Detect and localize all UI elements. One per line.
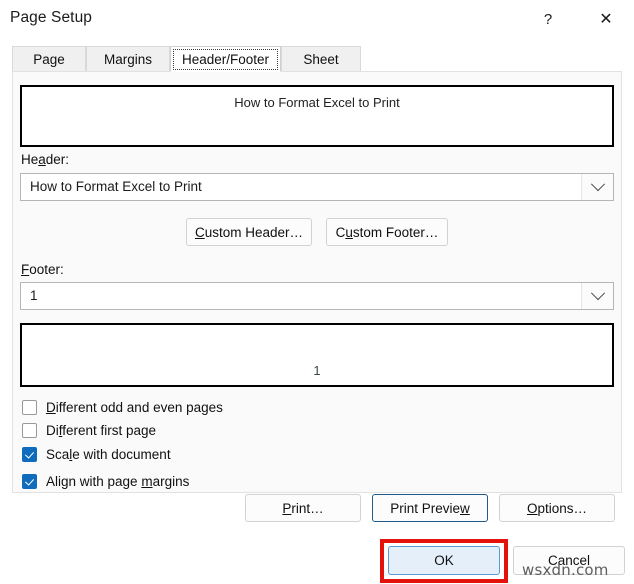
checkbox-label-align-with-page-margins: Align with page margins [46,474,189,489]
checkbox-label-scale-with-document: Scale with document [46,447,171,462]
checkbox-label-different-odd-even: Different odd and even pages [46,400,223,415]
tab-header-footer-label: Header/Footer [182,52,269,67]
header-label-post: der: [46,152,69,167]
checkbox-row-align-with-page-margins[interactable]: Align with page margins [22,470,189,492]
preview-pre: Print Previe [390,501,460,516]
footer-field-label: Footer: [21,262,64,277]
cb2-post: e with document [72,447,170,462]
tab-margins-label: Margins [104,52,152,67]
custom-header-accel: C [195,225,205,240]
custom-footer-pre: C [336,225,346,240]
cb0-accel: D [46,400,56,415]
print-button[interactable]: Print… [245,494,361,522]
tab-sheet-label: Sheet [303,52,338,67]
print-preview-button[interactable]: Print Preview [372,494,488,522]
tab-page[interactable]: Page [12,46,86,72]
checkbox-different-odd-even[interactable] [22,400,37,415]
header-combobox-value: How to Format Excel to Print [30,179,202,194]
cb3-pre: Align with page [46,474,141,489]
print-accel: P [282,501,291,516]
cb1-pre: Di [46,423,59,438]
chevron-down-icon [590,177,604,191]
checkbox-scale-with-document[interactable] [22,447,37,462]
custom-footer-button[interactable]: Custom Footer… [326,218,448,246]
chevron-down-icon [590,286,604,300]
footer-preview-text: 1 [22,363,612,378]
cb1-post: ferent first page [62,423,156,438]
custom-header-post: ustom Header… [205,225,303,240]
preview-accel: w [460,501,470,516]
options-accel: O [527,501,538,516]
checkbox-different-first-page[interactable] [22,423,37,438]
header-label-pre: He [21,152,38,167]
checkbox-align-with-page-margins[interactable] [22,474,37,489]
close-x-icon: ✕ [599,11,612,27]
title-bar: Page Setup ? ✕ [0,0,634,40]
checkbox-label-different-first-page: Different first page [46,423,156,438]
page-setup-dialog: Page Setup ? ✕ Page Margins Header/Foote… [0,0,634,584]
header-preview-text: How to Format Excel to Print [22,95,612,110]
tab-strip: Page Margins Header/Footer Sheet [0,46,634,72]
footer-preview-box: 1 [20,323,614,387]
custom-footer-accel: u [345,225,353,240]
print-post: rint… [291,501,323,516]
footer-combobox-arrow[interactable] [581,283,613,309]
tab-header-footer[interactable]: Header/Footer [170,46,281,72]
cb3-accel: m [141,474,152,489]
ok-button-label: OK [434,553,454,568]
cb0-post: ifferent odd and even pages [56,400,223,415]
header-label-accel: a [38,152,46,167]
custom-footer-post: stom Footer… [353,225,439,240]
header-preview-box: How to Format Excel to Print [20,85,614,147]
footer-combobox[interactable]: 1 [20,282,614,310]
tab-sheet[interactable]: Sheet [281,46,361,72]
close-button[interactable]: ✕ [589,4,623,34]
footer-label-post: ooter: [29,262,64,277]
header-combobox[interactable]: How to Format Excel to Print [20,173,614,201]
checkbox-row-different-odd-even[interactable]: Different odd and even pages [22,396,223,418]
checkbox-row-different-first-page[interactable]: Different first page [22,419,156,441]
options-button[interactable]: Options… [499,494,615,522]
help-button[interactable]: ? [531,4,565,34]
tab-margins[interactable]: Margins [86,46,170,72]
cb3-post: argins [153,474,190,489]
header-field-label: Header: [21,152,69,167]
options-post: ptions… [537,501,587,516]
watermark-text: wsxdn.com [522,561,609,579]
question-mark-icon: ? [544,11,552,28]
footer-combobox-value: 1 [30,288,38,303]
custom-header-button[interactable]: Custom Header… [186,218,312,246]
tab-page-label: Page [33,52,65,67]
header-combobox-arrow[interactable] [581,174,613,200]
ok-button[interactable]: OK [388,546,500,575]
footer-label-accel: F [21,262,29,277]
checkbox-row-scale-with-document[interactable]: Scale with document [22,443,171,465]
cb2-pre: Sca [46,447,69,462]
page-title: Page Setup [10,9,92,27]
